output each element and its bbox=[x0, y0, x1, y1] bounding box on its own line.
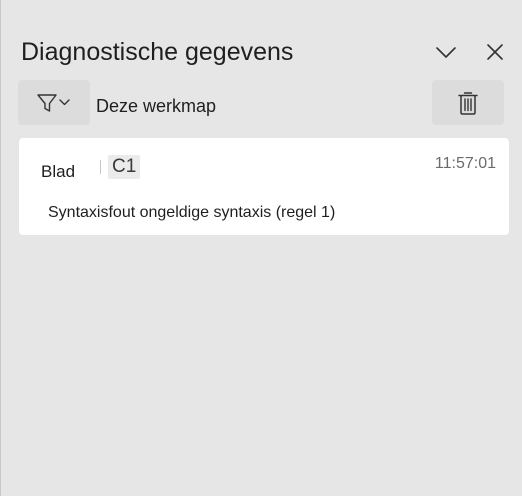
scope-label: Deze werkmap bbox=[96, 96, 217, 116]
filter-icon bbox=[37, 93, 70, 112]
pane-title: Diagnostische gegevens bbox=[21, 38, 294, 66]
entry-message: Syntaxisfout ongeldige syntaxis (regel 1… bbox=[48, 204, 336, 221]
diagnostics-pane: Diagnostische gegevens Deze werkmap Blad… bbox=[0, 0, 522, 496]
sheet-label: Blad bbox=[41, 162, 76, 181]
clear-entries-button[interactable] bbox=[432, 80, 504, 125]
chevron-down-icon bbox=[436, 47, 456, 58]
filter-button[interactable] bbox=[18, 80, 90, 125]
entry-divider bbox=[100, 160, 101, 174]
collapse-pane-button[interactable] bbox=[430, 36, 462, 68]
trash-icon bbox=[458, 91, 478, 115]
cell-reference-link[interactable]: C1 bbox=[108, 155, 141, 179]
close-pane-button[interactable] bbox=[479, 36, 511, 68]
close-icon bbox=[487, 44, 503, 60]
entry-timestamp: 11:57:01 bbox=[434, 155, 496, 172]
diagnostic-entry: Blad C1 11:57:01 Syntaxisfout ongeldige … bbox=[19, 138, 509, 235]
